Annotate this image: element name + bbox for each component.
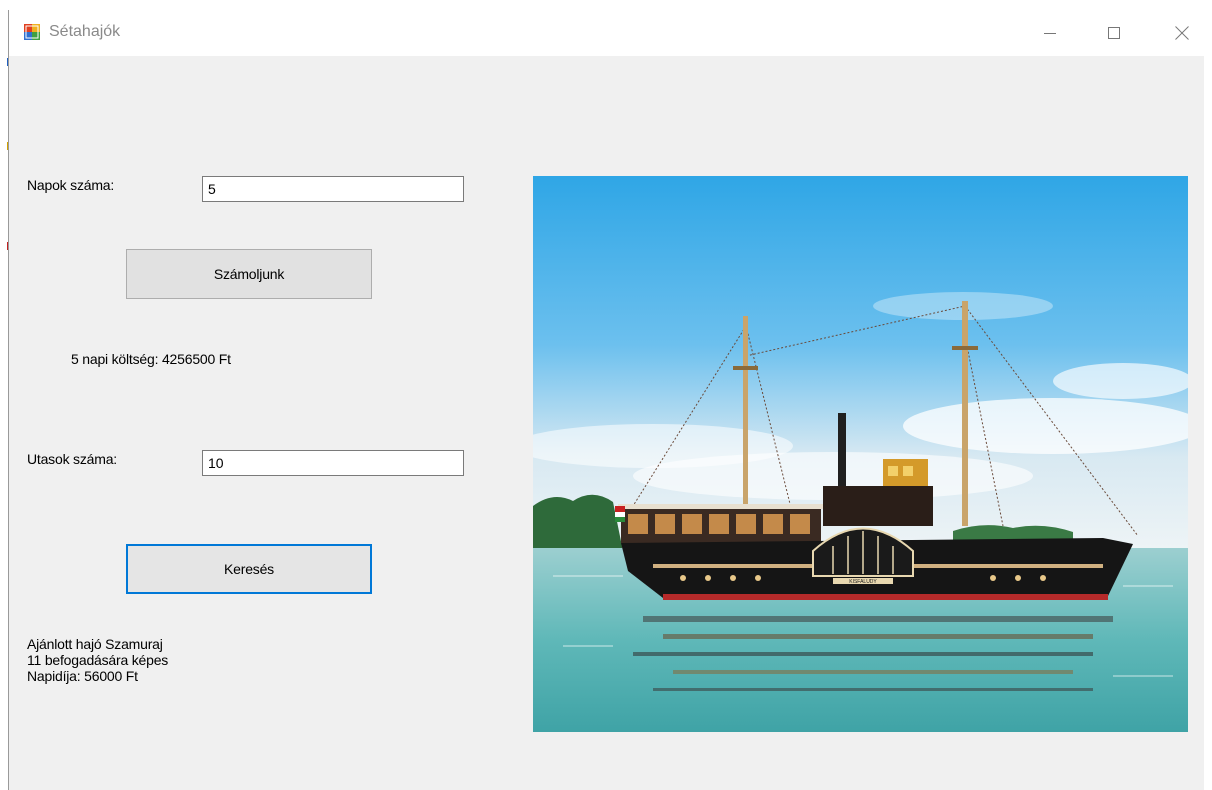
app-window: Sétahajók Napok száma: Számoljunk 5 napi…	[8, 10, 1204, 790]
recommendation-result: Ajánlott hajó Szamuraj 11 befogadására k…	[27, 636, 168, 684]
ship-name-text: KISFALUDY	[849, 579, 877, 585]
paddle-steamer-photo-icon: KISFALUDY	[533, 176, 1188, 732]
cost-result: 5 napi költség: 4256500 Ft	[71, 351, 231, 367]
search-button[interactable]: Keresés	[126, 544, 372, 594]
maximize-button[interactable]	[1091, 10, 1137, 56]
app-icon	[24, 24, 40, 40]
close-icon	[1175, 26, 1189, 40]
title-bar[interactable]: Sétahajók	[9, 10, 1204, 56]
close-button[interactable]	[1159, 10, 1205, 56]
passengers-input[interactable]	[202, 450, 464, 476]
ship-picture: KISFALUDY	[533, 176, 1188, 732]
window-title: Sétahajók	[49, 23, 121, 40]
calculate-button-label: Számoljunk	[213, 266, 285, 282]
minimize-icon	[1044, 33, 1056, 34]
minimize-button[interactable]	[1027, 10, 1073, 56]
recommended-daily-fee: Napidíja: 56000 Ft	[27, 668, 138, 684]
days-input[interactable]	[202, 176, 464, 202]
calculate-button[interactable]: Számoljunk	[126, 249, 372, 299]
recommended-ship: Ajánlott hajó Szamuraj	[27, 636, 163, 652]
search-button-label: Keresés	[224, 561, 274, 577]
passengers-label: Utasok száma:	[27, 451, 117, 467]
recommended-capacity: 11 befogadására képes	[27, 652, 169, 668]
days-label: Napok száma:	[27, 177, 115, 193]
maximize-icon	[1108, 27, 1120, 39]
